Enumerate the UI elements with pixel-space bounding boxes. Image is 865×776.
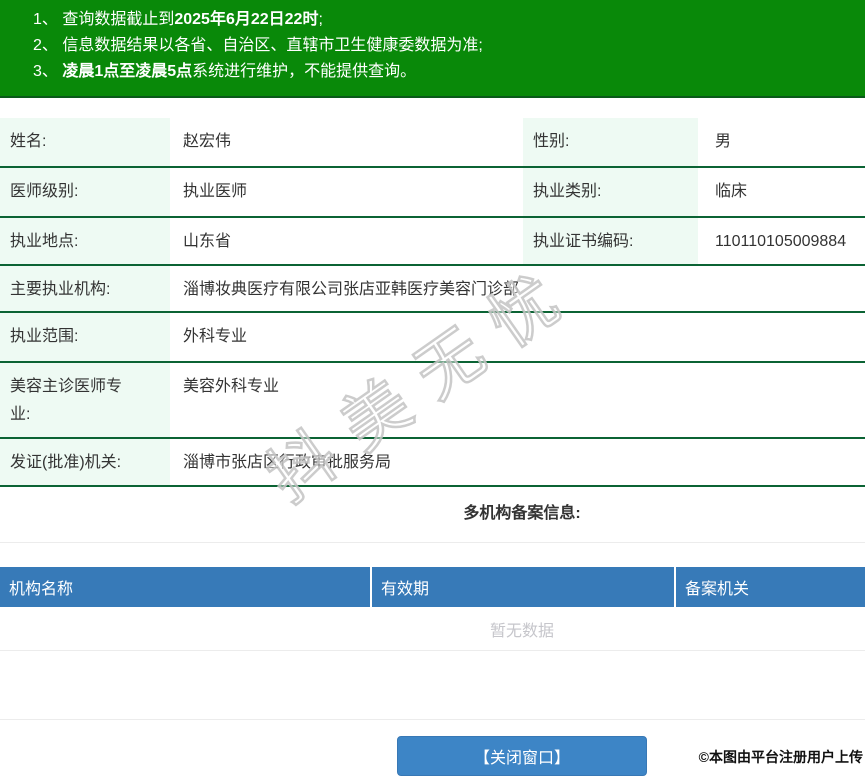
issuer-value: 淄博市张店区行政审批服务局 [183, 454, 392, 471]
upload-attribution-stamp: ©本图由平台注册用户上传 [698, 749, 863, 765]
name-label: 姓名: [0, 118, 170, 166]
notice-3-pre: 3、 [33, 63, 63, 80]
location-label: 执业地点: [0, 218, 170, 264]
table-row: 发证(批准)机关: 淄博市张店区行政审批服务局 [0, 439, 865, 487]
table-row: 美容主诊医师专业: 美容外科专业 [0, 363, 865, 439]
column-header-org-name: 机构名称 [0, 567, 372, 607]
table-row: 主要执业机构: 淄博妆典医疗有限公司张店亚韩医疗美容门诊部 [0, 266, 865, 313]
empty-data-row: 暂无数据 [0, 607, 865, 651]
table-row: 执业范围: 外科专业 [0, 313, 865, 363]
name-value: 赵宏伟 [183, 133, 232, 150]
notice-banner: 1、 查询数据截止到2025年6月22日22时; 2、 信息数据结果以各省、自治… [0, 0, 865, 98]
bottom-divider [0, 719, 865, 720]
beauty-specialty-value: 美容外科专业 [183, 378, 280, 395]
category-label: 执业类别: [523, 168, 698, 216]
org-value: 淄博妆典医疗有限公司张店亚韩医疗美容门诊部 [183, 281, 520, 298]
scope-value: 外科专业 [183, 328, 248, 345]
gender-value: 男 [715, 133, 732, 150]
cert-value: 110110105009884 [715, 233, 847, 250]
level-value: 执业医师 [183, 183, 248, 200]
page-container: 1、 查询数据截止到2025年6月22日22时; 2、 信息数据结果以各省、自治… [0, 0, 865, 776]
org-label: 主要执业机构: [0, 266, 170, 311]
multi-org-table-header: 机构名称 有效期 备案机关 [0, 567, 865, 607]
physician-info-table: 姓名: 赵宏伟 性别: 男 医师级别: 执业医师 执业类别: 临床 执业地点: … [0, 118, 865, 487]
gender-label: 性别: [523, 118, 698, 166]
notice-3-post: 系统进行维护，不能提供查询。 [192, 63, 417, 80]
notice-3-bold: 凌晨1点至凌晨5点 [62, 63, 193, 80]
notice-line-2: 2、 信息数据结果以各省、自治区、直辖市卫生健康委数据为准; [33, 33, 865, 59]
column-header-authority: 备案机关 [676, 567, 865, 607]
issuer-label: 发证(批准)机关: [0, 439, 170, 485]
column-header-validity: 有效期 [372, 567, 676, 607]
notice-1-post: ; [318, 11, 323, 28]
notice-line-3: 3、 凌晨1点至凌晨5点系统进行维护，不能提供查询。 [33, 59, 865, 85]
beauty-specialty-label: 美容主诊医师专业: [10, 378, 123, 423]
level-label: 医师级别: [0, 168, 170, 216]
section-divider [0, 542, 865, 543]
multi-org-title: 多机构备案信息: [463, 505, 581, 522]
location-value: 山东省 [183, 233, 232, 250]
notice-1-pre: 1、 查询数据截止到 [33, 11, 175, 28]
table-row: 姓名: 赵宏伟 性别: 男 [0, 118, 865, 168]
close-window-button[interactable]: 【关闭窗口】 [397, 736, 647, 776]
notice-2-pre: 2、 信息数据结果以各省、自治区、直辖市卫生健康委数据为准; [33, 37, 483, 54]
category-value: 临床 [715, 183, 748, 200]
scope-label: 执业范围: [0, 313, 170, 361]
notice-line-1: 1、 查询数据截止到2025年6月22日22时; [33, 7, 865, 33]
notice-1-bold: 2025年6月22日22时 [174, 11, 319, 28]
table-row: 执业地点: 山东省 执业证书编码: 110110105009884 [0, 218, 865, 266]
table-row: 医师级别: 执业医师 执业类别: 临床 [0, 168, 865, 218]
cert-label: 执业证书编码: [523, 218, 698, 264]
